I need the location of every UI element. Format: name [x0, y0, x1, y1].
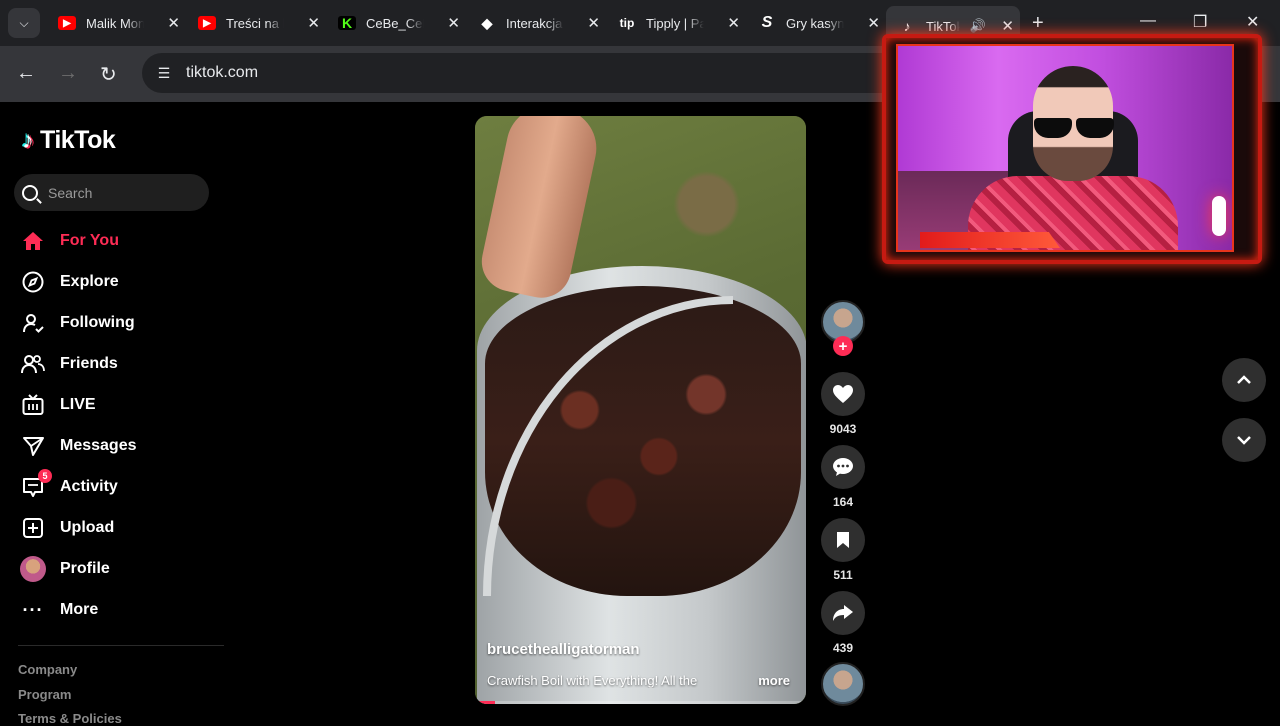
- video-username[interactable]: brucethealligatorman: [487, 641, 640, 658]
- close-icon[interactable]: ✕: [727, 14, 740, 32]
- follow-button[interactable]: +: [833, 336, 853, 356]
- youtube-studio-icon: ▶: [198, 16, 216, 30]
- nav-explore[interactable]: Explore: [20, 265, 119, 299]
- close-icon[interactable]: ✕: [447, 14, 460, 32]
- share-icon: [833, 605, 853, 621]
- nav-live[interactable]: LIVE: [20, 388, 96, 422]
- activity-icon: 5: [20, 469, 52, 500]
- webcam-sunglasses: [1030, 118, 1116, 138]
- share-button[interactable]: [821, 591, 865, 635]
- comment-count: 164: [832, 495, 854, 509]
- url-text[interactable]: tiktok.com: [186, 64, 258, 82]
- like-count: 9043: [829, 422, 857, 436]
- browser-tab-4[interactable]: ◆ Interakcja ✕: [466, 6, 606, 40]
- footer-link-program[interactable]: Program: [18, 687, 71, 702]
- tiktok-logo[interactable]: ♪ TikTok: [22, 126, 116, 155]
- sidebar-divider: [18, 645, 224, 646]
- like-button[interactable]: [821, 372, 865, 416]
- comment-button[interactable]: [821, 445, 865, 489]
- activity-badge: 5: [38, 469, 52, 483]
- tab-search-button[interactable]: ⌵: [8, 8, 40, 38]
- more-button[interactable]: more: [758, 673, 790, 688]
- bookmark-button[interactable]: [821, 518, 865, 562]
- streamelements-icon: ◆: [481, 14, 493, 31]
- friends-icon: [20, 351, 46, 377]
- close-icon[interactable]: ✕: [1001, 17, 1014, 35]
- browser-tab-6[interactable]: S Gry kasynowe ✕: [746, 6, 886, 40]
- new-tab-button[interactable]: +: [1032, 12, 1044, 35]
- close-icon[interactable]: ✕: [167, 14, 180, 32]
- search-icon: [22, 184, 38, 201]
- address-bar[interactable]: ☰ tiktok.com: [142, 53, 902, 93]
- stake-icon: S: [761, 14, 773, 31]
- webcam-light: [1212, 196, 1226, 236]
- messages-icon: [20, 433, 46, 459]
- nav-messages[interactable]: Messages: [20, 429, 137, 463]
- bookmark-icon: [837, 532, 849, 548]
- nav-profile[interactable]: Profile: [20, 552, 110, 586]
- nav-friends[interactable]: Friends: [20, 347, 118, 381]
- nav-following[interactable]: Following: [20, 306, 135, 340]
- kick-icon: K: [338, 15, 356, 31]
- next-video-button[interactable]: [1222, 418, 1266, 462]
- browser-tab-2[interactable]: ▶ Treści na kanale ✕: [186, 6, 326, 40]
- close-window-button[interactable]: ✕: [1246, 12, 1259, 32]
- browser-tab-1[interactable]: ▶ Malik Montana ✕: [46, 6, 186, 40]
- site-info-icon[interactable]: ☰: [154, 63, 174, 83]
- browser-tab-3[interactable]: K CeBe_CeBe ✕: [326, 6, 466, 40]
- chevron-down-icon: [1237, 436, 1251, 445]
- music-disc-avatar[interactable]: [821, 662, 865, 706]
- share-count: 439: [832, 641, 854, 655]
- previous-video-button[interactable]: [1222, 358, 1266, 402]
- video-description: Crawfish Boil with Everything! All the: [487, 673, 698, 688]
- webcam-frame-bar: [920, 232, 1060, 248]
- restore-button[interactable]: ❐: [1193, 12, 1207, 32]
- webcam-feed: [896, 44, 1234, 252]
- tiktok-icon: ♪: [903, 18, 911, 34]
- nav-for-you[interactable]: For You: [20, 224, 119, 258]
- nav-activity[interactable]: 5 Activity: [20, 469, 118, 504]
- more-icon: ···: [22, 599, 44, 620]
- footer-link-company[interactable]: Company: [18, 662, 77, 677]
- heart-icon: [833, 385, 853, 403]
- search-box[interactable]: [14, 174, 209, 211]
- chevron-up-icon: [1237, 375, 1251, 384]
- minimize-button[interactable]: —: [1140, 12, 1156, 30]
- forward-button[interactable]: →: [58, 62, 78, 85]
- close-icon[interactable]: ✕: [307, 14, 320, 32]
- live-icon: [20, 392, 46, 418]
- compass-icon: [20, 269, 46, 295]
- footer-link-terms[interactable]: Terms & Policies: [18, 711, 122, 726]
- back-button[interactable]: ←: [16, 62, 36, 85]
- close-icon[interactable]: ✕: [867, 14, 880, 32]
- following-icon: [20, 310, 46, 336]
- comment-icon: [833, 458, 853, 476]
- close-icon[interactable]: ✕: [587, 14, 600, 32]
- bookmark-count: 511: [833, 568, 853, 582]
- home-icon: [20, 228, 46, 254]
- tiktok-logo-icon: ♪: [22, 126, 34, 154]
- reload-button[interactable]: ↻: [100, 62, 117, 87]
- upload-icon: [20, 515, 46, 541]
- youtube-icon: ▶: [58, 16, 76, 30]
- search-input[interactable]: [48, 184, 198, 201]
- video-progress-fill: [475, 701, 495, 704]
- webcam-overlay: [882, 34, 1262, 264]
- speaker-icon[interactable]: 🔊: [970, 18, 986, 34]
- browser-tab-5[interactable]: tip Tipply | Panel ✕: [606, 6, 746, 40]
- tipply-icon: tip: [619, 16, 635, 30]
- video-player[interactable]: brucethealligatorman Crawfish Boil with …: [475, 116, 806, 704]
- nav-more[interactable]: ··· More: [20, 593, 99, 627]
- nav-upload[interactable]: Upload: [20, 511, 114, 545]
- profile-avatar: [20, 556, 46, 582]
- video-progress-bar[interactable]: [475, 701, 806, 704]
